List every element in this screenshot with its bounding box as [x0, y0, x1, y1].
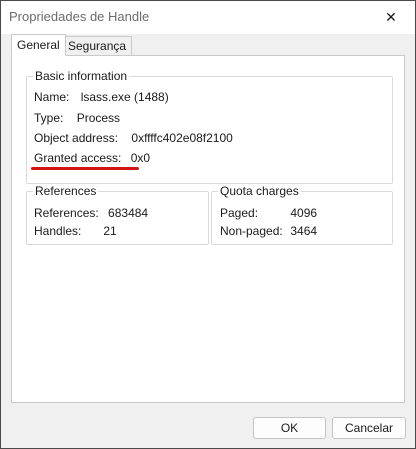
nonpaged-label: Non-paged:	[220, 224, 283, 238]
ok-button[interactable]: OK	[253, 417, 326, 439]
close-button[interactable]: ✕	[377, 5, 405, 29]
nonpaged-value: 3464	[290, 224, 318, 238]
cancel-button[interactable]: Cancelar	[332, 417, 406, 439]
window-title: Propriedades de Handle	[9, 9, 150, 24]
handle-properties-window: Propriedades de Handle ✕ General Seguran…	[0, 0, 416, 449]
dialog-footer: OK Cancelar	[1, 407, 415, 448]
quota-charges-title: Quota charges	[218, 184, 301, 198]
granted-access-highlight-underline	[31, 167, 139, 170]
nonpaged-row: Non-paged: 3464	[220, 224, 317, 238]
object-address-value: 0xffffc402e08f2100	[131, 131, 233, 145]
tab-seguranca-label: Segurança	[68, 39, 127, 53]
granted-access-label: Granted access:	[34, 151, 122, 165]
close-icon: ✕	[385, 8, 397, 25]
granted-access-value: 0x0	[130, 151, 151, 165]
type-label: Type:	[34, 111, 64, 125]
handles-value: 21	[103, 224, 117, 238]
type-row: Type: Process	[34, 111, 120, 125]
basic-information-title: Basic information	[33, 69, 130, 83]
object-address-row: Object address: 0xffffc402e08f2100	[34, 131, 233, 145]
tab-general-label: General	[17, 38, 60, 52]
tab-general[interactable]: General	[11, 34, 66, 56]
name-row: Name: lsass.exe (1488)	[34, 90, 169, 104]
name-value: lsass.exe (1488)	[80, 90, 169, 104]
tab-seguranca[interactable]: Segurança	[62, 36, 133, 56]
title-bar[interactable]: Propriedades de Handle ✕	[1, 1, 415, 34]
dialog-body: General Segurança Basic information Name…	[1, 34, 415, 407]
references-value: 683484	[108, 206, 149, 220]
paged-row: Paged: 4096	[220, 206, 317, 220]
paged-label: Paged:	[220, 206, 259, 220]
handles-label: Handles:	[34, 224, 82, 238]
granted-access-row: Granted access: 0x0	[34, 151, 150, 165]
references-row: References: 683484	[34, 206, 148, 220]
references-title: References	[33, 184, 99, 198]
name-label: Name:	[34, 90, 70, 104]
paged-value: 4096	[290, 206, 318, 220]
type-value: Process	[76, 111, 121, 125]
general-tab-panel: Basic information Name: lsass.exe (1488)…	[11, 55, 405, 403]
handles-row: Handles: 21	[34, 224, 117, 238]
references-label: References:	[34, 206, 99, 220]
object-address-label: Object address:	[34, 131, 119, 145]
